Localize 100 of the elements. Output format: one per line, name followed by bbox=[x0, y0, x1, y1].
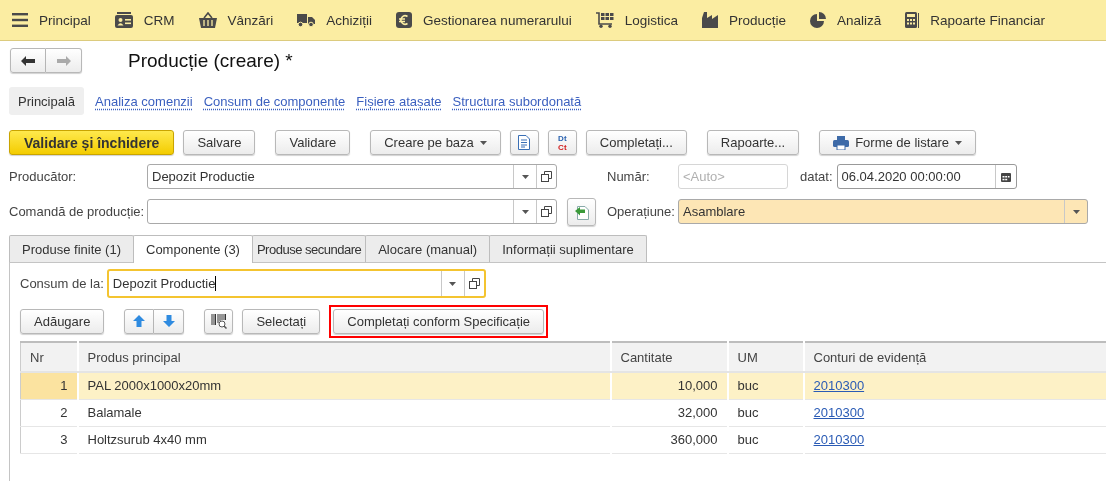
down-arrow-icon bbox=[162, 315, 175, 327]
table-cell: 3 bbox=[20, 426, 78, 453]
debit-credit-icon: Dt Ct bbox=[558, 133, 567, 152]
toolbar-button[interactable]: Validare bbox=[275, 130, 351, 155]
date-field[interactable]: 06.04.2020 00:00:00 bbox=[836, 164, 1017, 189]
field-label: Producător: bbox=[9, 169, 78, 184]
caret-icon bbox=[955, 140, 963, 145]
column-header[interactable]: Conturi de evidență bbox=[803, 342, 1106, 372]
caret-icon bbox=[521, 209, 529, 214]
select-field[interactable]: Depozit Productie bbox=[106, 269, 486, 298]
select-field[interactable]: Asamblare bbox=[678, 199, 1088, 224]
section-link[interactable]: Consum de componente bbox=[203, 87, 346, 115]
table-row[interactable]: 3 Holtzsurub 4x40 mm 360,000 buc 2010300 bbox=[20, 426, 1106, 453]
tab[interactable]: Produse secundare bbox=[251, 235, 367, 262]
forward-arrow-icon bbox=[56, 55, 71, 66]
field-label: Număr: bbox=[607, 169, 651, 184]
table-cell: PAL 2000x1000x20mm bbox=[77, 372, 611, 399]
toolbar-button[interactable]: Rapoarte... bbox=[706, 130, 800, 155]
select-field[interactable]: Depozit Productie bbox=[147, 164, 557, 189]
printer-icon bbox=[833, 135, 850, 150]
contact-card-icon bbox=[114, 12, 133, 28]
table-cell: Balamale bbox=[77, 399, 611, 426]
report-button[interactable] bbox=[509, 130, 539, 155]
menu-item[interactable]: Logistica bbox=[583, 0, 690, 40]
validate-close-button[interactable]: Validare și închidere bbox=[9, 130, 175, 155]
tab[interactable]: Informații suplimentare bbox=[489, 235, 647, 262]
menu-item[interactable]: Vânzări bbox=[186, 0, 286, 40]
window-title: Producție (creare) * bbox=[128, 49, 293, 72]
open-window-icon bbox=[541, 171, 552, 182]
table-row[interactable]: 1 PAL 2000x1000x20mm 10,000 buc 2010300 bbox=[20, 372, 1106, 399]
cart-icon bbox=[595, 12, 614, 28]
select-field[interactable] bbox=[147, 199, 557, 224]
section-tab[interactable]: Principală bbox=[9, 87, 85, 115]
open-window-icon bbox=[468, 278, 480, 289]
table-cell: 1 bbox=[20, 372, 78, 399]
back-button[interactable] bbox=[10, 48, 46, 73]
menu-item[interactable]: Achiziții bbox=[285, 0, 385, 40]
account-link[interactable]: 2010300 bbox=[813, 432, 865, 447]
field-label: Comandă de producție: bbox=[9, 204, 146, 219]
table-row[interactable]: 2 Balamale 32,000 buc 2010300 bbox=[20, 399, 1106, 426]
toolbar-button[interactable]: Adăugare bbox=[20, 308, 105, 334]
field-value: Asamblare bbox=[683, 204, 746, 219]
factory-icon bbox=[701, 12, 718, 28]
menu-item[interactable]: Principal bbox=[0, 0, 103, 40]
caret-icon bbox=[521, 174, 529, 179]
toolbar-button[interactable]: Selectați bbox=[242, 308, 321, 334]
caret-icon bbox=[479, 140, 487, 145]
menu-item[interactable]: CRM bbox=[102, 0, 187, 40]
debit-credit-button[interactable]: Dt Ct bbox=[547, 130, 577, 155]
caret-icon bbox=[1072, 209, 1080, 214]
menu-button[interactable]: Creare pe baza bbox=[370, 130, 501, 155]
account-link[interactable]: 2010300 bbox=[813, 405, 865, 420]
toolbar-button[interactable]: Completați conform Specificație bbox=[333, 308, 545, 334]
menu-icon bbox=[12, 13, 28, 27]
table-cell: buc bbox=[727, 372, 804, 399]
table-cell: Holtzsurub 4x40 mm bbox=[77, 426, 611, 453]
table-cell: 360,000 bbox=[610, 426, 728, 453]
table-cell: 32,000 bbox=[610, 399, 728, 426]
menu-item[interactable]: Gestionarea numerarului bbox=[384, 0, 584, 40]
column-header[interactable]: Cantitate bbox=[610, 342, 728, 372]
table-cell: 2 bbox=[20, 399, 78, 426]
move-down-button[interactable] bbox=[154, 308, 185, 334]
column-header[interactable]: Produs principal bbox=[77, 342, 611, 372]
field-value: 06.04.2020 00:00:00 bbox=[841, 169, 961, 184]
calculator-icon bbox=[905, 12, 920, 28]
section-link[interactable]: Analiza comenzii bbox=[95, 87, 193, 115]
column-header[interactable]: Nr bbox=[20, 342, 78, 372]
field-label: datat: bbox=[800, 169, 833, 184]
toolbar-button[interactable]: Salvare bbox=[183, 130, 256, 155]
open-window-icon bbox=[541, 206, 552, 217]
section-link[interactable]: Structura subordonată bbox=[452, 87, 582, 115]
field-label: Operațiune: bbox=[607, 204, 676, 219]
up-arrow-icon bbox=[133, 315, 146, 327]
fill-button[interactable] bbox=[567, 197, 596, 226]
field-value: Depozit Productie bbox=[112, 276, 217, 291]
table-cell: 10,000 bbox=[610, 372, 728, 399]
calendar-icon bbox=[1000, 171, 1011, 182]
tab[interactable]: Componente (3) bbox=[133, 235, 253, 263]
caret-icon bbox=[449, 281, 457, 286]
print-forms-button[interactable]: Forme de listare bbox=[819, 130, 977, 155]
field-label: Consum de la: bbox=[20, 276, 104, 291]
barcode-search-button[interactable] bbox=[204, 308, 234, 334]
euro-icon bbox=[396, 12, 413, 28]
basket-icon bbox=[198, 12, 217, 28]
menu-item[interactable]: Rapoarte Financiar bbox=[893, 0, 1058, 40]
move-up-button[interactable] bbox=[124, 308, 155, 334]
section-link[interactable]: Fișiere atașate bbox=[356, 87, 442, 115]
field-value: Depozit Productie bbox=[152, 169, 255, 184]
account-link[interactable]: 2010300 bbox=[813, 378, 865, 394]
menu-item[interactable]: Producție bbox=[689, 0, 798, 40]
document-icon bbox=[518, 135, 531, 150]
back-arrow-icon bbox=[21, 55, 35, 66]
number-field[interactable]: <Auto> bbox=[678, 164, 788, 189]
column-header[interactable]: UM bbox=[727, 342, 804, 372]
pie-chart-icon bbox=[810, 12, 826, 28]
table-cell: buc bbox=[727, 399, 804, 426]
tab[interactable]: Produse finite (1) bbox=[9, 235, 134, 262]
menu-item[interactable]: Analiză bbox=[798, 0, 894, 40]
tab[interactable]: Alocare (manual) bbox=[365, 235, 491, 262]
toolbar-button[interactable]: Completați... bbox=[585, 130, 687, 155]
